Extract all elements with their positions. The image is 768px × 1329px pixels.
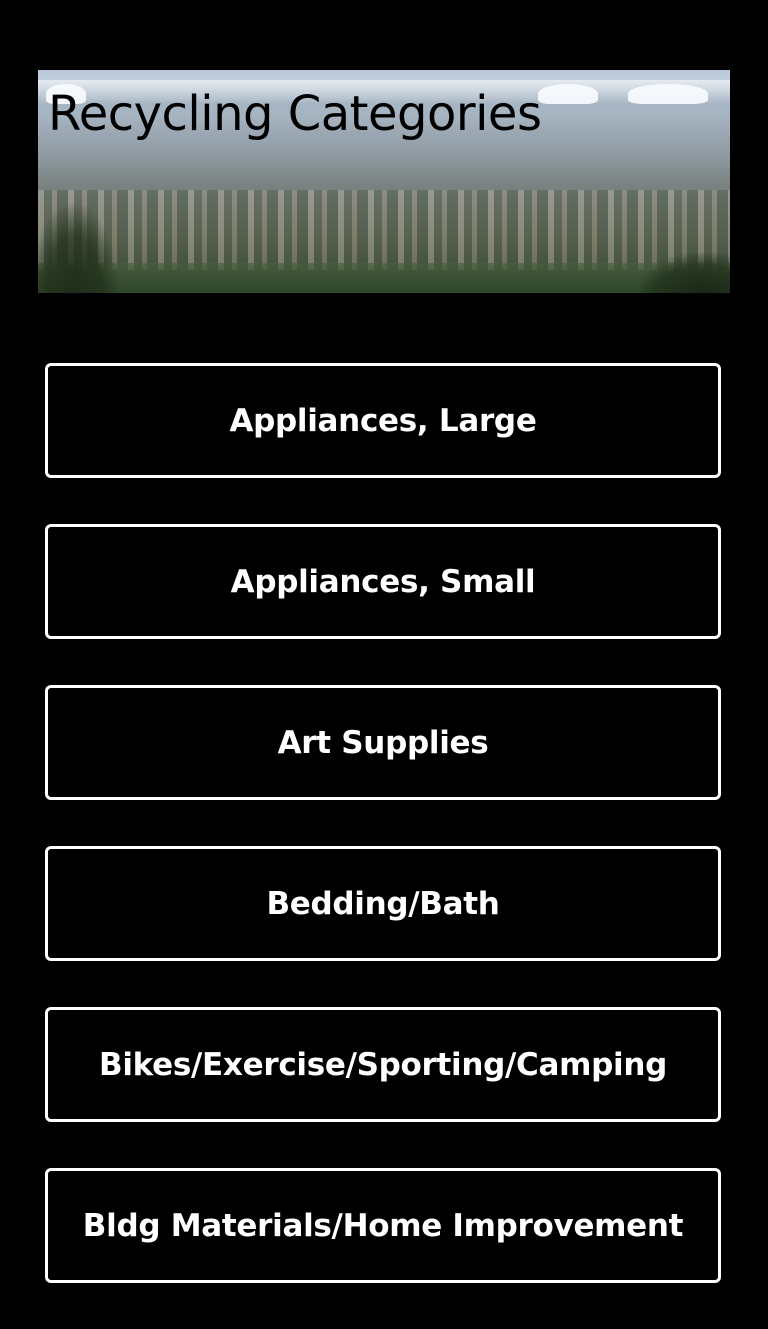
- header-banner: Recycling Categories: [38, 70, 730, 293]
- category-list: Appliances, Large Appliances, Small Art …: [45, 363, 721, 1329]
- category-button-bedding-bath[interactable]: Bedding/Bath: [45, 846, 721, 961]
- category-button-bldg-materials[interactable]: Bldg Materials/Home Improvement: [45, 1168, 721, 1283]
- banner-tree: [38, 203, 118, 293]
- category-button-bikes-exercise[interactable]: Bikes/Exercise/Sporting/Camping: [45, 1007, 721, 1122]
- banner-snowcap: [538, 84, 598, 104]
- banner-tree: [640, 253, 730, 293]
- banner-fields: [38, 263, 730, 293]
- category-button-art-supplies[interactable]: Art Supplies: [45, 685, 721, 800]
- banner-snowcap: [628, 84, 708, 104]
- page-title: Recycling Categories: [48, 86, 542, 142]
- category-button-appliances-large[interactable]: Appliances, Large: [45, 363, 721, 478]
- banner-town: [38, 190, 730, 270]
- category-button-appliances-small[interactable]: Appliances, Small: [45, 524, 721, 639]
